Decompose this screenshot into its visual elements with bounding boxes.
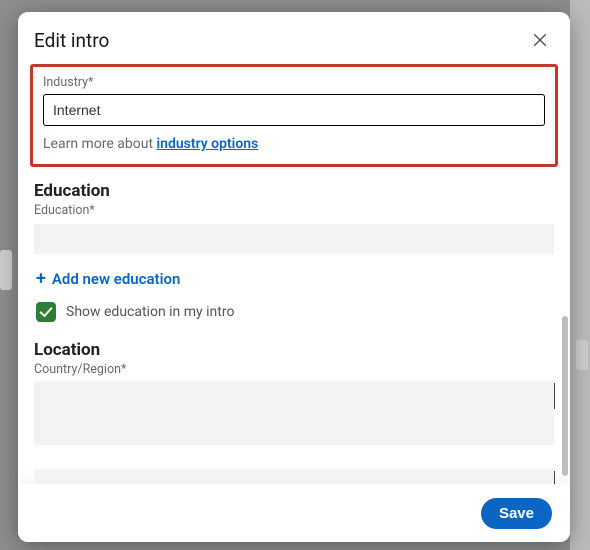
show-education-checkbox[interactable] <box>36 302 56 322</box>
modal-title: Edit intro <box>34 29 109 52</box>
close-button[interactable] <box>526 26 554 54</box>
education-field-redacted[interactable] <box>34 224 554 254</box>
education-label: Education* <box>34 203 554 218</box>
add-education-button[interactable]: + Add new education <box>36 270 554 288</box>
close-icon <box>531 31 549 49</box>
location-heading: Location <box>34 340 554 360</box>
modal-footer: Save <box>18 484 570 542</box>
industry-options-link[interactable]: industry options <box>157 136 259 152</box>
location-section: Location Country/Region* <box>30 340 558 484</box>
modal-body: Industry* Learn more about industry opti… <box>18 64 570 484</box>
industry-label: Industry* <box>43 75 545 90</box>
show-education-label: Show education in my intro <box>66 304 234 320</box>
country-region-label: Country/Region* <box>34 362 554 377</box>
modal-header: Edit intro <box>18 12 570 64</box>
show-education-row[interactable]: Show education in my intro <box>36 302 554 322</box>
country-region-field-redacted[interactable] <box>34 381 554 445</box>
education-heading: Education <box>34 181 554 201</box>
scrollbar-thumb[interactable] <box>562 316 568 476</box>
industry-learn-more: Learn more about industry options <box>43 136 545 152</box>
learn-more-text: Learn more about <box>43 136 157 152</box>
edit-intro-modal: Edit intro Industry* Learn more about in… <box>18 12 570 542</box>
industry-section-highlight: Industry* Learn more about industry opti… <box>30 64 558 167</box>
location-field-redacted[interactable] <box>34 469 554 484</box>
industry-input[interactable] <box>43 94 545 126</box>
education-section: Education Education* + Add new education… <box>30 181 558 322</box>
plus-icon: + <box>36 270 46 288</box>
add-education-label: Add new education <box>52 270 180 288</box>
save-button[interactable]: Save <box>481 498 552 529</box>
